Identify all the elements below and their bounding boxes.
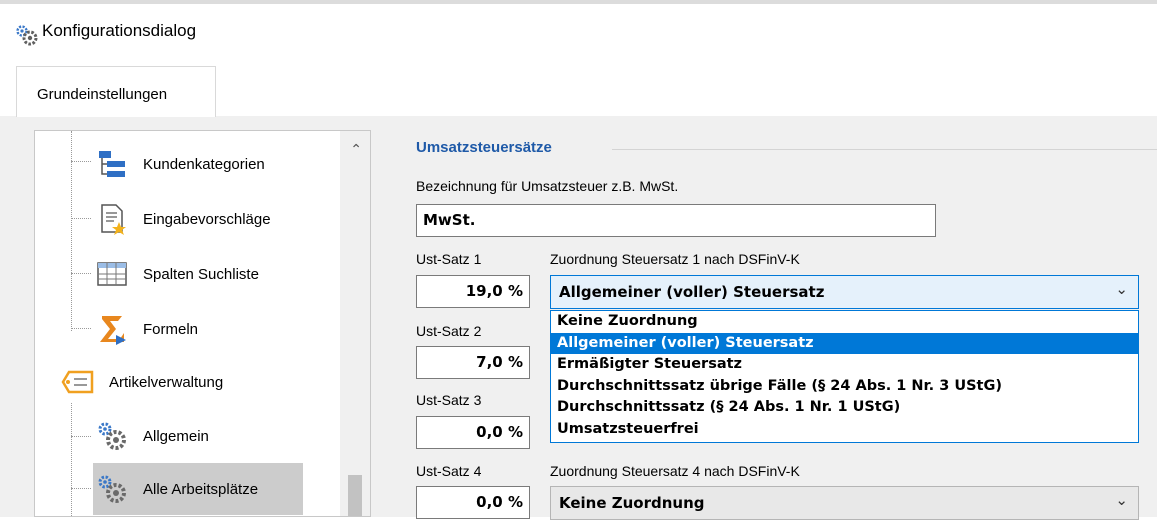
zuordnung-1-label: Zuordnung Steuersatz 1 nach DSFinV-K: [550, 251, 800, 267]
tree-scrollbar[interactable]: ⌃: [340, 131, 370, 516]
tree-item-eingabevorschlaege[interactable]: Eingabevorschläge: [95, 196, 271, 242]
section-title: Umsatzsteuersätze: [416, 139, 552, 156]
tab-label: Grundeinstellungen: [37, 86, 168, 103]
tree-item-allgemein[interactable]: Allgemein: [95, 413, 209, 459]
tree-connector: [71, 436, 91, 437]
tree-connector: [71, 328, 91, 329]
bezeichnung-input[interactable]: MwSt.: [416, 204, 936, 237]
tree-connector: [71, 218, 91, 219]
tag-icon: [61, 365, 95, 399]
zuordnung-4-label: Zuordnung Steuersatz 4 nach DSFinV-K: [550, 463, 800, 479]
section-divider: [612, 149, 1157, 150]
chevron-down-icon[interactable]: ⌄: [1115, 491, 1128, 509]
window-title: Konfigurationsdialog: [42, 21, 197, 40]
zuordnung-1-select[interactable]: Allgemeiner (voller) Steuersatz ⌄: [550, 275, 1139, 309]
ust-satz-4-input[interactable]: 0,0 %: [416, 486, 530, 519]
tree-connector: [71, 403, 72, 516]
tree-item-label: Eingabevorschläge: [143, 210, 271, 228]
tree-connector: [71, 161, 91, 162]
tree-item-formeln[interactable]: Formeln: [95, 306, 198, 352]
dropdown-option[interactable]: Ermäßigter Steuersatz: [551, 354, 1138, 376]
zuordnung-4-value: Keine Zuordnung: [559, 494, 705, 512]
ust-satz-2-input[interactable]: 7,0 %: [416, 346, 530, 379]
zuordnung-1-value: Allgemeiner (voller) Steuersatz: [559, 283, 825, 301]
formula-icon: [95, 312, 129, 346]
ust-satz-1-input[interactable]: 19,0 %: [416, 275, 530, 308]
bezeichnung-label: Bezeichnung für Umsatzsteuer z.B. MwSt.: [416, 178, 679, 194]
ust-satz-2-label: Ust-Satz 2: [416, 323, 482, 339]
ust-satz-4-label: Ust-Satz 4: [416, 463, 482, 479]
ust-satz-3-input[interactable]: 0,0 %: [416, 416, 530, 449]
tree-item-alle-arbeitsplaetze[interactable]: Alle Arbeitsplätze: [93, 463, 303, 515]
zuordnung-1-dropdown-list[interactable]: Keine Zuordnung Allgemeiner (voller) Ste…: [550, 310, 1139, 443]
chevron-up-icon[interactable]: ⌃: [350, 141, 362, 158]
scrollbar-thumb[interactable]: [348, 475, 362, 516]
table-columns-icon: [95, 257, 129, 291]
top-border: [0, 0, 1157, 4]
tree-item-label: Alle Arbeitsplätze: [143, 480, 259, 498]
dropdown-option[interactable]: Umsatzsteuerfrei: [551, 419, 1138, 441]
settings-tree[interactable]: Kundenkategorien Eingabevorschläge Spalt…: [34, 130, 371, 517]
gear-icon: [16, 25, 38, 46]
chevron-down-icon[interactable]: ⌄: [1115, 280, 1128, 298]
tree-item-label: Formeln: [143, 320, 199, 338]
tree-item-spalten-suchliste[interactable]: Spalten Suchliste: [95, 251, 259, 297]
hierarchy-icon: [95, 147, 129, 181]
zuordnung-4-select[interactable]: Keine Zuordnung ⌄: [550, 486, 1139, 520]
dropdown-option-selected[interactable]: Allgemeiner (voller) Steuersatz: [551, 332, 1138, 355]
dropdown-option[interactable]: Durchschnittssatz übrige Fälle (§ 24 Abs…: [551, 376, 1138, 398]
tree-connector: [71, 488, 91, 489]
tree-item-label: Spalten Suchliste: [143, 265, 259, 283]
tree-item-label: Allgemein: [143, 427, 209, 445]
tree-item-kundenkategorien[interactable]: Kundenkategorien: [95, 141, 265, 187]
ust-satz-3-label: Ust-Satz 3: [416, 392, 482, 408]
dropdown-option[interactable]: Durchschnittssatz (§ 24 Abs. 1 Nr. 1 USt…: [551, 397, 1138, 419]
dropdown-option[interactable]: Keine Zuordnung: [551, 311, 1138, 333]
tree-item-artikelverwaltung[interactable]: Artikelverwaltung: [61, 359, 223, 405]
gears-icon: [95, 472, 129, 506]
tree-connector: [71, 273, 91, 274]
tree-item-label: Artikelverwaltung: [109, 373, 224, 391]
ust-satz-1-label: Ust-Satz 1: [416, 251, 482, 267]
gears-icon: [95, 419, 129, 453]
tree-item-label: Kundenkategorien: [143, 155, 265, 173]
document-star-icon: [95, 202, 129, 236]
tab-grundeinstellungen[interactable]: Grundeinstellungen: [16, 66, 216, 117]
